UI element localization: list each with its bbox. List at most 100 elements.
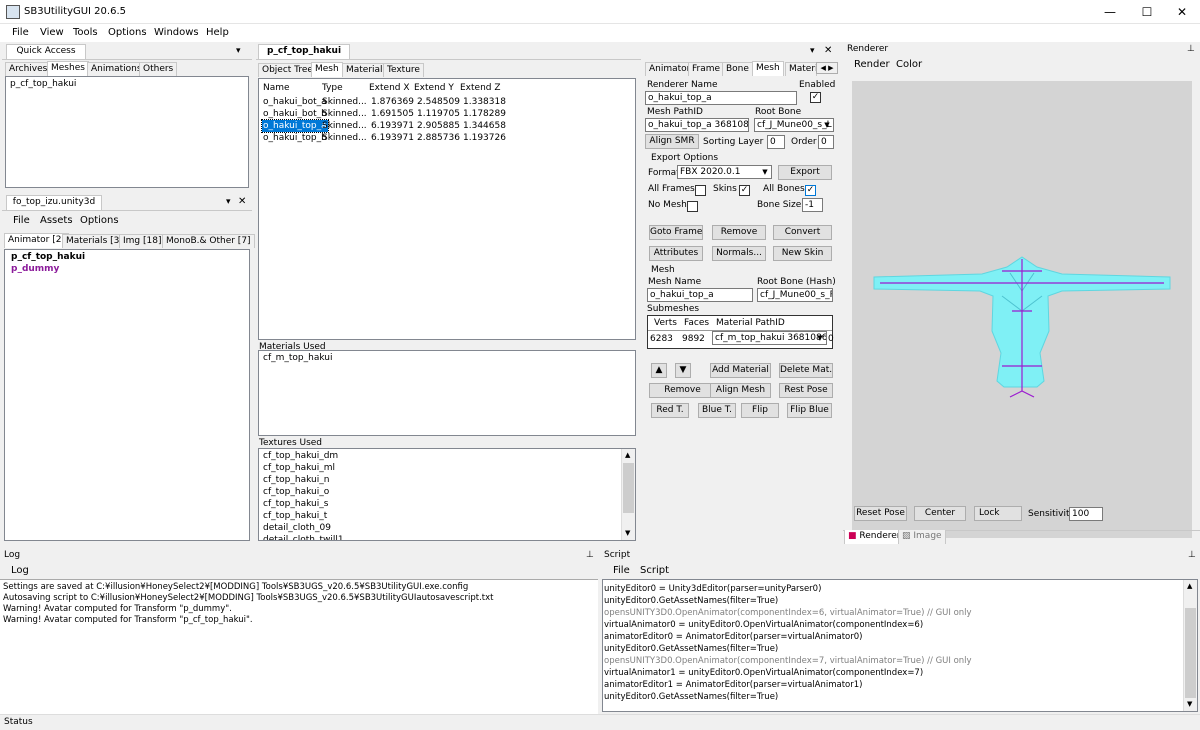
menu-tools[interactable]: Tools (73, 27, 98, 38)
unity3d-dropdown-icon[interactable]: ▾ (226, 197, 231, 207)
list-item[interactable]: cf_top_hakui_s (263, 499, 328, 509)
list-item[interactable]: cf_m_top_hakui (263, 353, 333, 363)
mesh-pathid-select[interactable]: o_hakui_top_a 36810860 (645, 118, 749, 132)
bone-size-input[interactable]: -1 (802, 198, 823, 212)
move-down-button[interactable]: ▼ (675, 363, 691, 378)
tab-image[interactable]: ▨ Image (898, 530, 946, 544)
move-up-button[interactable]: ▲ (651, 363, 667, 378)
unity3d-menu-file[interactable]: File (13, 215, 30, 226)
materials-used-list[interactable]: cf_m_top_hakui (258, 350, 636, 436)
column-header-extend-x[interactable]: Extend X (369, 83, 410, 93)
normals-button[interactable]: Normals... (712, 246, 766, 261)
tab-others[interactable]: Others (139, 62, 178, 76)
scroll-up-icon[interactable]: ▲ (1187, 582, 1192, 590)
order-input[interactable]: 0 (818, 135, 834, 149)
tab-renderer[interactable]: ■ Renderer (844, 530, 905, 544)
add-material-button[interactable]: Add Material (710, 363, 771, 378)
all-frames-checkbox[interactable] (695, 185, 706, 196)
renderer-menu-color[interactable]: Color (896, 59, 922, 70)
list-item[interactable]: detail_cloth_09 (263, 523, 331, 533)
menu-help[interactable]: Help (206, 27, 229, 38)
unity3d-menu-assets[interactable]: Assets (40, 215, 73, 226)
root-bone-select[interactable]: cf_J_Mune00_s_L ▼ (754, 118, 834, 132)
tab-monob-other[interactable]: MonoB.& Other [7] (162, 234, 255, 248)
scroll-down-icon[interactable]: ▼ (625, 529, 630, 537)
tab-meshes[interactable]: Meshes (47, 61, 89, 76)
script-text[interactable]: unityEditor0 = Unity3dEditor(parser=unit… (602, 579, 1198, 712)
scroll-down-icon[interactable]: ▼ (1187, 700, 1192, 708)
minimize-button[interactable]: — (1092, 0, 1128, 24)
renderer-name-input[interactable]: o_hakui_top_a (645, 91, 797, 105)
tab-img[interactable]: Img [18] (119, 234, 166, 248)
format-select[interactable]: FBX 2020.0.1 ▼ (677, 165, 772, 179)
log-menu[interactable]: Log (11, 565, 29, 576)
enabled-checkbox[interactable]: ✓ (810, 92, 821, 103)
list-item[interactable]: cf_top_hakui_n (263, 475, 329, 485)
center-button[interactable]: Center (914, 506, 966, 521)
list-item[interactable]: cf_top_hakui_dm (263, 451, 338, 461)
menu-view[interactable]: View (40, 27, 64, 38)
script-menu-file[interactable]: File (613, 565, 630, 576)
table-row[interactable]: o_hakui_bot_a Skinned... 1.876369 2.5485… (259, 96, 635, 108)
list-item[interactable]: p_dummy (11, 264, 59, 274)
tab-archives[interactable]: Archives (5, 62, 52, 76)
log-text[interactable]: Settings are saved at C:¥illusion¥HoneyS… (0, 579, 598, 714)
sorting-layer-input[interactable]: 0 (767, 135, 785, 149)
goto-frame-button[interactable]: Goto Frame (649, 225, 703, 240)
tab-scroll-arrows[interactable]: ◀ ▶ (816, 62, 838, 74)
tab-material[interactable]: Material (342, 63, 387, 77)
tab-materials[interactable]: Materials [3] (62, 234, 127, 248)
attributes-button[interactable]: Attributes (649, 246, 703, 261)
tab-mesh-editor[interactable]: Mesh (752, 61, 784, 76)
scroll-thumb[interactable] (1185, 608, 1196, 698)
script-scrollbar[interactable]: ▲ ▼ (1183, 580, 1197, 711)
renderer-menu-render[interactable]: Render (854, 59, 890, 70)
tab-object-tree[interactable]: Object Tree (258, 63, 317, 77)
align-mesh-button[interactable]: Align Mesh (710, 383, 771, 398)
column-header-type[interactable]: Type (322, 83, 343, 93)
pin-icon[interactable]: ⊥ (1187, 44, 1195, 54)
panel-dropdown-icon[interactable]: ▾ (810, 46, 815, 56)
animator-list[interactable]: p_cf_top_hakui p_dummy (4, 249, 250, 541)
script-menu-script[interactable]: Script (640, 565, 669, 576)
rest-pose-button[interactable]: Rest Pose (779, 383, 833, 398)
viewport-3d[interactable] (852, 81, 1192, 538)
scroll-thumb[interactable] (623, 463, 634, 513)
blue-t-button[interactable]: Blue T. (698, 403, 736, 418)
submesh-verts[interactable]: 6283 (650, 334, 673, 344)
flip-button[interactable]: Flip (741, 403, 779, 418)
menu-options[interactable]: Options (108, 27, 147, 38)
tab-mesh[interactable]: Mesh (311, 62, 343, 77)
export-button[interactable]: Export (778, 165, 832, 180)
table-row-selected[interactable]: o_hakui_top_a Skinned... 6.193971 2.9058… (259, 119, 635, 133)
tab-bone[interactable]: Bone (722, 62, 753, 76)
align-smr-button[interactable]: Align SMR (645, 134, 699, 149)
delete-material-button[interactable]: Delete Mat. (779, 363, 833, 378)
submesh-material-select[interactable]: cf_m_top_hakui 36810860 ▼ (712, 331, 827, 345)
list-item[interactable]: p_cf_top_hakui (10, 79, 76, 89)
skins-checkbox[interactable]: ✓ (739, 185, 750, 196)
unity3d-menu-options[interactable]: Options (80, 215, 119, 226)
new-skin-button[interactable]: New Skin (773, 246, 832, 261)
tab-animator[interactable]: Animator [2] (4, 233, 69, 248)
column-header-extend-z[interactable]: Extend Z (460, 83, 501, 93)
red-t-button[interactable]: Red T. (651, 403, 689, 418)
tab-animator-editor[interactable]: Animator (645, 62, 695, 76)
submesh-faces[interactable]: 9892 (682, 334, 705, 344)
tab-texture[interactable]: Texture (383, 63, 424, 77)
no-mesh-checkbox[interactable] (687, 201, 698, 212)
sensitivity-input[interactable]: 100 (1069, 507, 1103, 521)
tab-materials-editor[interactable]: Materi (785, 62, 817, 76)
all-bones-checkbox[interactable]: ✓ (805, 185, 816, 196)
menu-windows[interactable]: Windows (154, 27, 199, 38)
list-item[interactable]: p_cf_top_hakui (11, 252, 85, 262)
mesh-name-input[interactable]: o_hakui_top_a (647, 288, 753, 302)
table-row[interactable]: o_hakui_top_b Skinned... 6.193971 2.8857… (259, 132, 635, 144)
lock-button[interactable]: Lock (974, 506, 1022, 521)
meshes-list[interactable]: p_cf_top_hakui (5, 76, 249, 188)
textures-used-list[interactable]: cf_top_hakui_dm cf_top_hakui_ml cf_top_h… (258, 448, 636, 541)
flip-blue-button[interactable]: Flip Blue (787, 403, 832, 418)
pin-icon[interactable]: ⊥ (586, 550, 594, 560)
tab-frame[interactable]: Frame (688, 62, 725, 76)
list-item[interactable]: cf_top_hakui_ml (263, 463, 335, 473)
